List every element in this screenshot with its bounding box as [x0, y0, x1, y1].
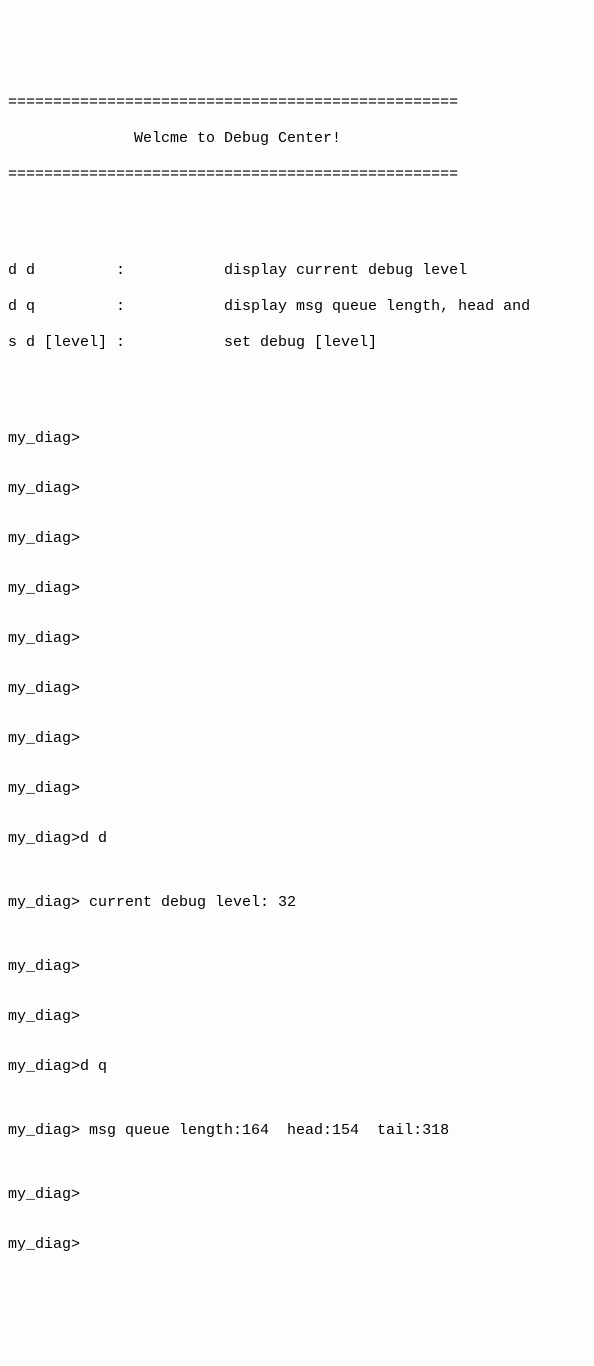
prompt-empty: my_diag>: [8, 630, 586, 648]
prompt-empty: my_diag>: [8, 430, 586, 448]
prompt-empty: my_diag>: [8, 530, 586, 548]
prompt-empty: my_diag>: [8, 1008, 586, 1026]
response-debug-level: my_diag> current debug level: 32: [8, 894, 586, 912]
prompt-empty: my_diag>: [8, 958, 586, 976]
help-line-sd: s d [level] : set debug [level]: [8, 334, 586, 352]
help-line-dd: d d : display current debug level: [8, 262, 586, 280]
prompt-empty: my_diag>: [8, 680, 586, 698]
help-line-dq: d q : display msg queue length, head and: [8, 298, 586, 316]
prompt-cmd-dd: my_diag>d d: [8, 830, 586, 848]
header-title: Welcme to Debug Center!: [8, 130, 586, 148]
prompt-empty: my_diag>: [8, 730, 586, 748]
prompt-empty: my_diag>: [8, 780, 586, 798]
terminal-output[interactable]: ========================================…: [0, 72, 594, 1276]
prompt-empty: my_diag>: [8, 580, 586, 598]
header-rule-top: ========================================…: [8, 94, 586, 112]
response-msg-queue: my_diag> msg queue length:164 head:154 t…: [8, 1122, 586, 1140]
prompt-cutoff: my_diag>: [8, 1236, 586, 1254]
prompt-empty: my_diag>: [8, 1186, 586, 1204]
header-rule-bottom: ========================================…: [8, 166, 586, 184]
prompt-cmd-dq: my_diag>d q: [8, 1058, 586, 1076]
help-block: d d : display current debug level d q : …: [8, 244, 586, 370]
prompt-empty: my_diag>: [8, 480, 586, 498]
